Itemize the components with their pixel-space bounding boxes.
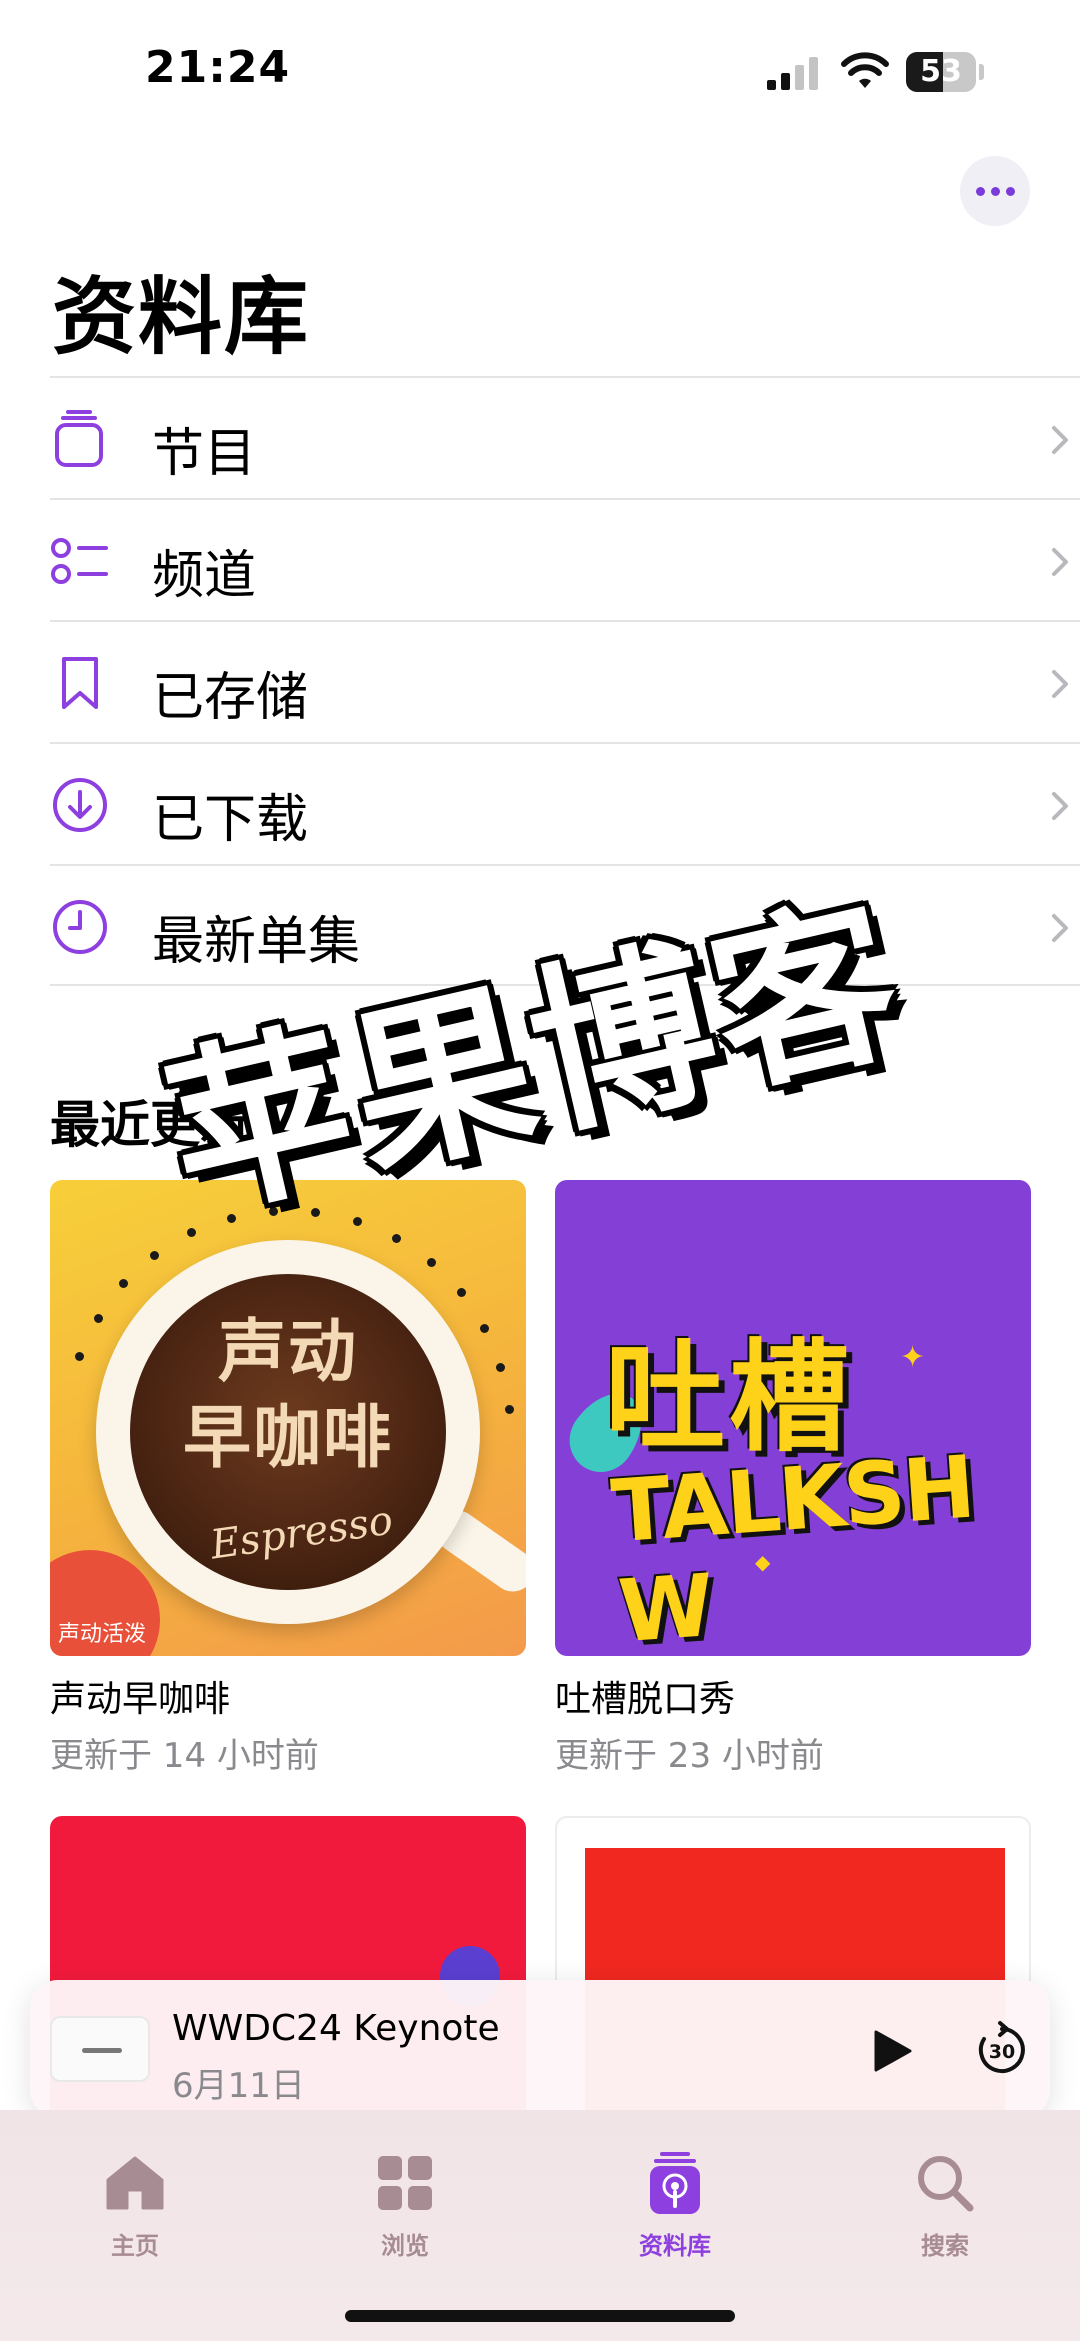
dial-dot — [75, 1352, 85, 1362]
show-updated: 更新于 14 小时前 — [50, 1736, 319, 1776]
artwork-text: 声动 早咖啡 — [182, 1313, 393, 1478]
page-title: 资料库 — [52, 268, 311, 366]
dial-dot — [480, 1323, 489, 1333]
sparkle-icon: ✦ — [900, 1340, 926, 1375]
clock-icon — [53, 900, 107, 954]
home-icon — [106, 2156, 164, 2210]
more-options-button[interactable] — [960, 156, 1030, 226]
sparkle-icon: ◆ — [755, 1550, 771, 1574]
library-item-shows[interactable]: 节目 — [50, 376, 1080, 498]
play-icon[interactable] — [866, 2026, 916, 2076]
chevron-right-icon — [1052, 426, 1068, 454]
publisher-badge-label: 声动活泼 — [58, 1622, 147, 1647]
show-card[interactable]: 声动 早咖啡 Espresso 声动活泼 声动早咖啡 更新于 14 小时前 — [50, 1180, 526, 1777]
tab-library[interactable]: 资料库 — [595, 2150, 755, 2261]
home-indicator[interactable] — [345, 2310, 735, 2322]
dial-dot — [456, 1288, 466, 1298]
show-card[interactable]: 吐槽 TALKSH W ✦ ◆ 吐槽脱口秀 更新于 23 小时前 — [555, 1180, 1031, 1777]
shows-stack-icon — [55, 410, 103, 467]
library-item-label: 已存储 — [152, 668, 309, 728]
tab-label: 浏览 — [381, 2232, 429, 2260]
library-item-label: 节目 — [152, 424, 257, 484]
battery-level: 53 — [920, 54, 962, 89]
search-icon — [918, 2156, 974, 2212]
tab-browse[interactable]: 浏览 — [325, 2150, 485, 2261]
library-list: 节目 频道 已存储 已下载 最新单集 — [50, 376, 1080, 986]
svg-text:30: 30 — [989, 2041, 1015, 2063]
channels-list-icon — [51, 538, 108, 584]
battery-icon: 53 — [906, 52, 986, 92]
status-time: 21:24 — [145, 42, 291, 93]
bookmark-icon — [62, 657, 98, 709]
skip-forward-30-icon[interactable]: 30 — [972, 2020, 1032, 2080]
chevron-right-icon — [1052, 670, 1068, 698]
dial-dot — [150, 1250, 160, 1260]
library-item-label: 频道 — [152, 546, 257, 606]
library-item-saved[interactable]: 已存储 — [50, 620, 1080, 742]
dial-dot — [119, 1279, 129, 1289]
tab-home[interactable]: 主页 — [55, 2150, 215, 2261]
show-title: 声动早咖啡 — [50, 1679, 231, 1720]
now-playing-bar[interactable]: WWDC24 Keynote 6月11日 30 — [30, 1980, 1050, 2118]
dial-dot — [496, 1363, 506, 1373]
show-artwork[interactable]: 声动 早咖啡 Espresso 声动活泼 — [50, 1180, 526, 1656]
library-item-downloaded[interactable]: 已下载 — [50, 742, 1080, 864]
dial-dot — [391, 1233, 401, 1243]
dial-dot — [426, 1257, 436, 1267]
chevron-right-icon — [1052, 548, 1068, 576]
status-bar: 21:24 53 — [0, 0, 1080, 140]
tab-label: 资料库 — [639, 2232, 711, 2260]
dial-dot — [504, 1404, 514, 1414]
chevron-right-icon — [1052, 914, 1068, 942]
library-podcast-icon — [650, 2152, 700, 2214]
show-artwork[interactable]: 吐槽 TALKSH W ✦ ◆ — [555, 1180, 1031, 1656]
tab-label: 搜索 — [921, 2232, 969, 2260]
library-item-label: 已下载 — [152, 790, 309, 850]
library-item-channels[interactable]: 频道 — [50, 498, 1080, 620]
wifi-icon — [841, 52, 889, 88]
tab-bar: 主页 浏览 资料库 搜索 — [0, 2110, 1080, 2341]
download-circle-icon — [53, 778, 107, 832]
dial-dot — [93, 1313, 103, 1323]
tab-search[interactable]: 搜索 — [865, 2150, 1025, 2261]
now-playing-artwork — [50, 2016, 150, 2082]
grid-icon — [378, 2156, 432, 2210]
show-updated: 更新于 23 小时前 — [555, 1736, 824, 1776]
ellipsis-icon — [975, 186, 985, 196]
artwork-text: TALKSH W — [608, 1437, 977, 1656]
chevron-right-icon — [1052, 792, 1068, 820]
now-playing-date: 6月11日 — [172, 2066, 305, 2106]
cellular-signal-icon — [767, 57, 818, 90]
show-title: 吐槽脱口秀 — [555, 1679, 736, 1720]
now-playing-title: WWDC24 Keynote — [172, 2008, 500, 2049]
tab-label: 主页 — [111, 2232, 159, 2260]
